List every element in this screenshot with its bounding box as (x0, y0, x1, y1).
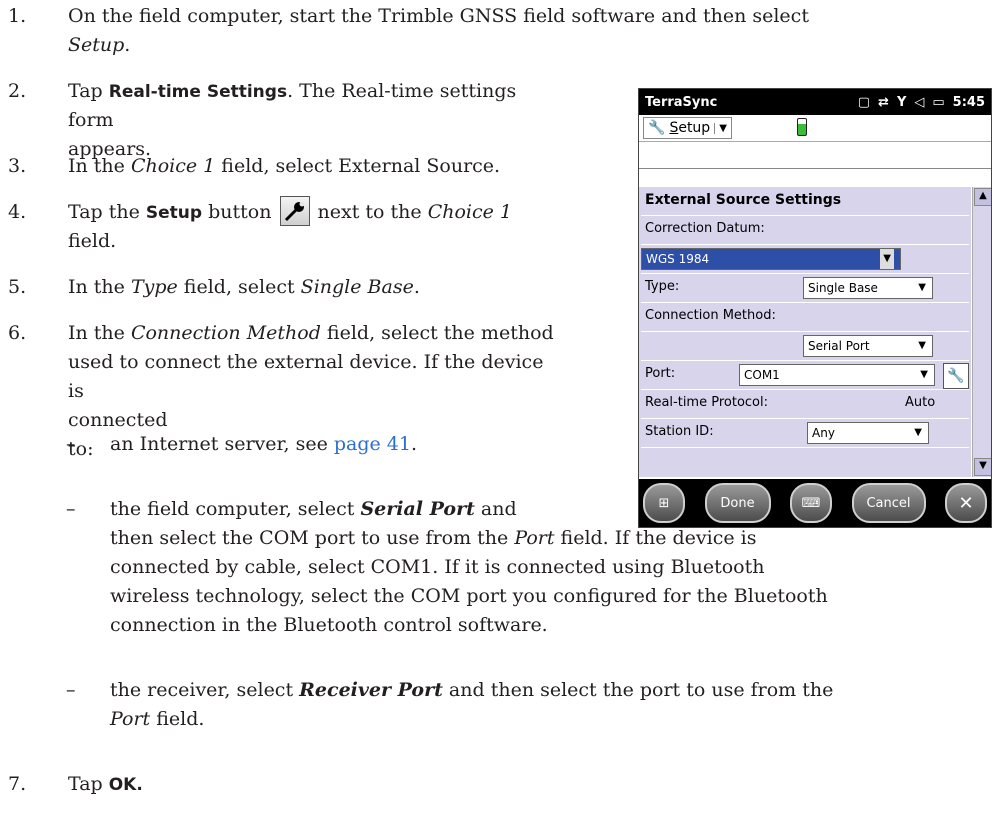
keyboard-button[interactable]: ⌨ (790, 483, 832, 523)
connection-method-label: Connection Method: (645, 308, 776, 323)
battery-icon (797, 118, 807, 136)
scroll-up-icon[interactable]: ▲ (974, 188, 991, 206)
close-button[interactable]: ✕ (945, 483, 987, 523)
blank-area (639, 142, 991, 169)
windows-logo-icon: ⊞ (658, 495, 670, 511)
sync-icon: ⇄ (878, 94, 889, 110)
battery-status-icon: ▭ (932, 94, 945, 110)
correction-datum-label: Correction Datum: (645, 221, 765, 236)
signal-icon: Y (896, 94, 907, 110)
wrench-icon: 🔧 (947, 368, 965, 384)
volume-icon: ◁ (914, 94, 925, 110)
step-text: On the field computer, start the Trimble… (68, 5, 809, 27)
type-select[interactable]: Single Base ▼ (803, 277, 933, 299)
wrench-icon: 🔧 (648, 120, 666, 136)
setup-emphasis: Setup (68, 34, 125, 56)
dropdown-arrow-icon: ▼ (918, 340, 926, 351)
station-id-select[interactable]: Any ▼ (807, 422, 929, 444)
type-label: Type: (645, 279, 680, 294)
connection-method-select[interactable]: Serial Port ▼ (803, 335, 933, 357)
scrollbar[interactable]: ▲ ▼ (972, 187, 991, 477)
cancel-button[interactable]: Cancel (851, 483, 926, 523)
section-header: External Source Settings (641, 187, 969, 216)
correction-datum-select[interactable]: WGS 1984 ▼ (641, 248, 901, 270)
dropdown-arrow-icon[interactable]: ▼ (714, 122, 727, 134)
port-select[interactable]: COM1 ▼ (739, 364, 935, 386)
wrench-icon (279, 196, 310, 226)
port-label: Port: (645, 366, 676, 381)
device-icon: ▢ (857, 94, 871, 110)
dropdown-arrow-icon: ▼ (920, 369, 928, 380)
app-title: TerraSync (645, 94, 718, 110)
page-41-link[interactable]: page 41 (334, 433, 411, 455)
windows-start-button[interactable]: ⊞ (643, 483, 685, 523)
settings-form: External Source Settings Correction Datu… (639, 187, 971, 477)
dropdown-arrow-icon: ▼ (918, 282, 926, 293)
done-button[interactable]: Done (704, 483, 771, 523)
protocol-value: Auto (905, 395, 936, 410)
clock: 5:45 (952, 94, 985, 110)
station-id-label: Station ID: (645, 424, 714, 439)
setup-menu-button[interactable]: 🔧 Setup ▼ (643, 117, 732, 139)
ok-label: OK. (108, 775, 143, 795)
title-bar: TerraSync ▢ ⇄ Y ◁ ▭ 5:45 (639, 89, 991, 115)
dropdown-arrow-icon: ▼ (880, 249, 894, 269)
bottom-bar: ⊞ Done ⌨ Cancel ✕ (639, 479, 991, 527)
toolbar: 🔧 Setup ▼ (639, 115, 991, 142)
device-screenshot: TerraSync ▢ ⇄ Y ◁ ▭ 5:45 🔧 Setup ▼ Exter… (638, 88, 992, 528)
protocol-label: Real-time Protocol: (645, 395, 768, 410)
keyboard-icon: ⌨ (801, 495, 821, 511)
step-number: 1. (8, 5, 27, 27)
real-time-settings-label: Real-time Settings (108, 82, 288, 102)
dropdown-arrow-icon: ▼ (914, 427, 922, 438)
port-setup-button[interactable]: 🔧 (943, 363, 969, 389)
close-icon: ✕ (958, 492, 974, 514)
scroll-down-icon[interactable]: ▼ (974, 458, 991, 476)
